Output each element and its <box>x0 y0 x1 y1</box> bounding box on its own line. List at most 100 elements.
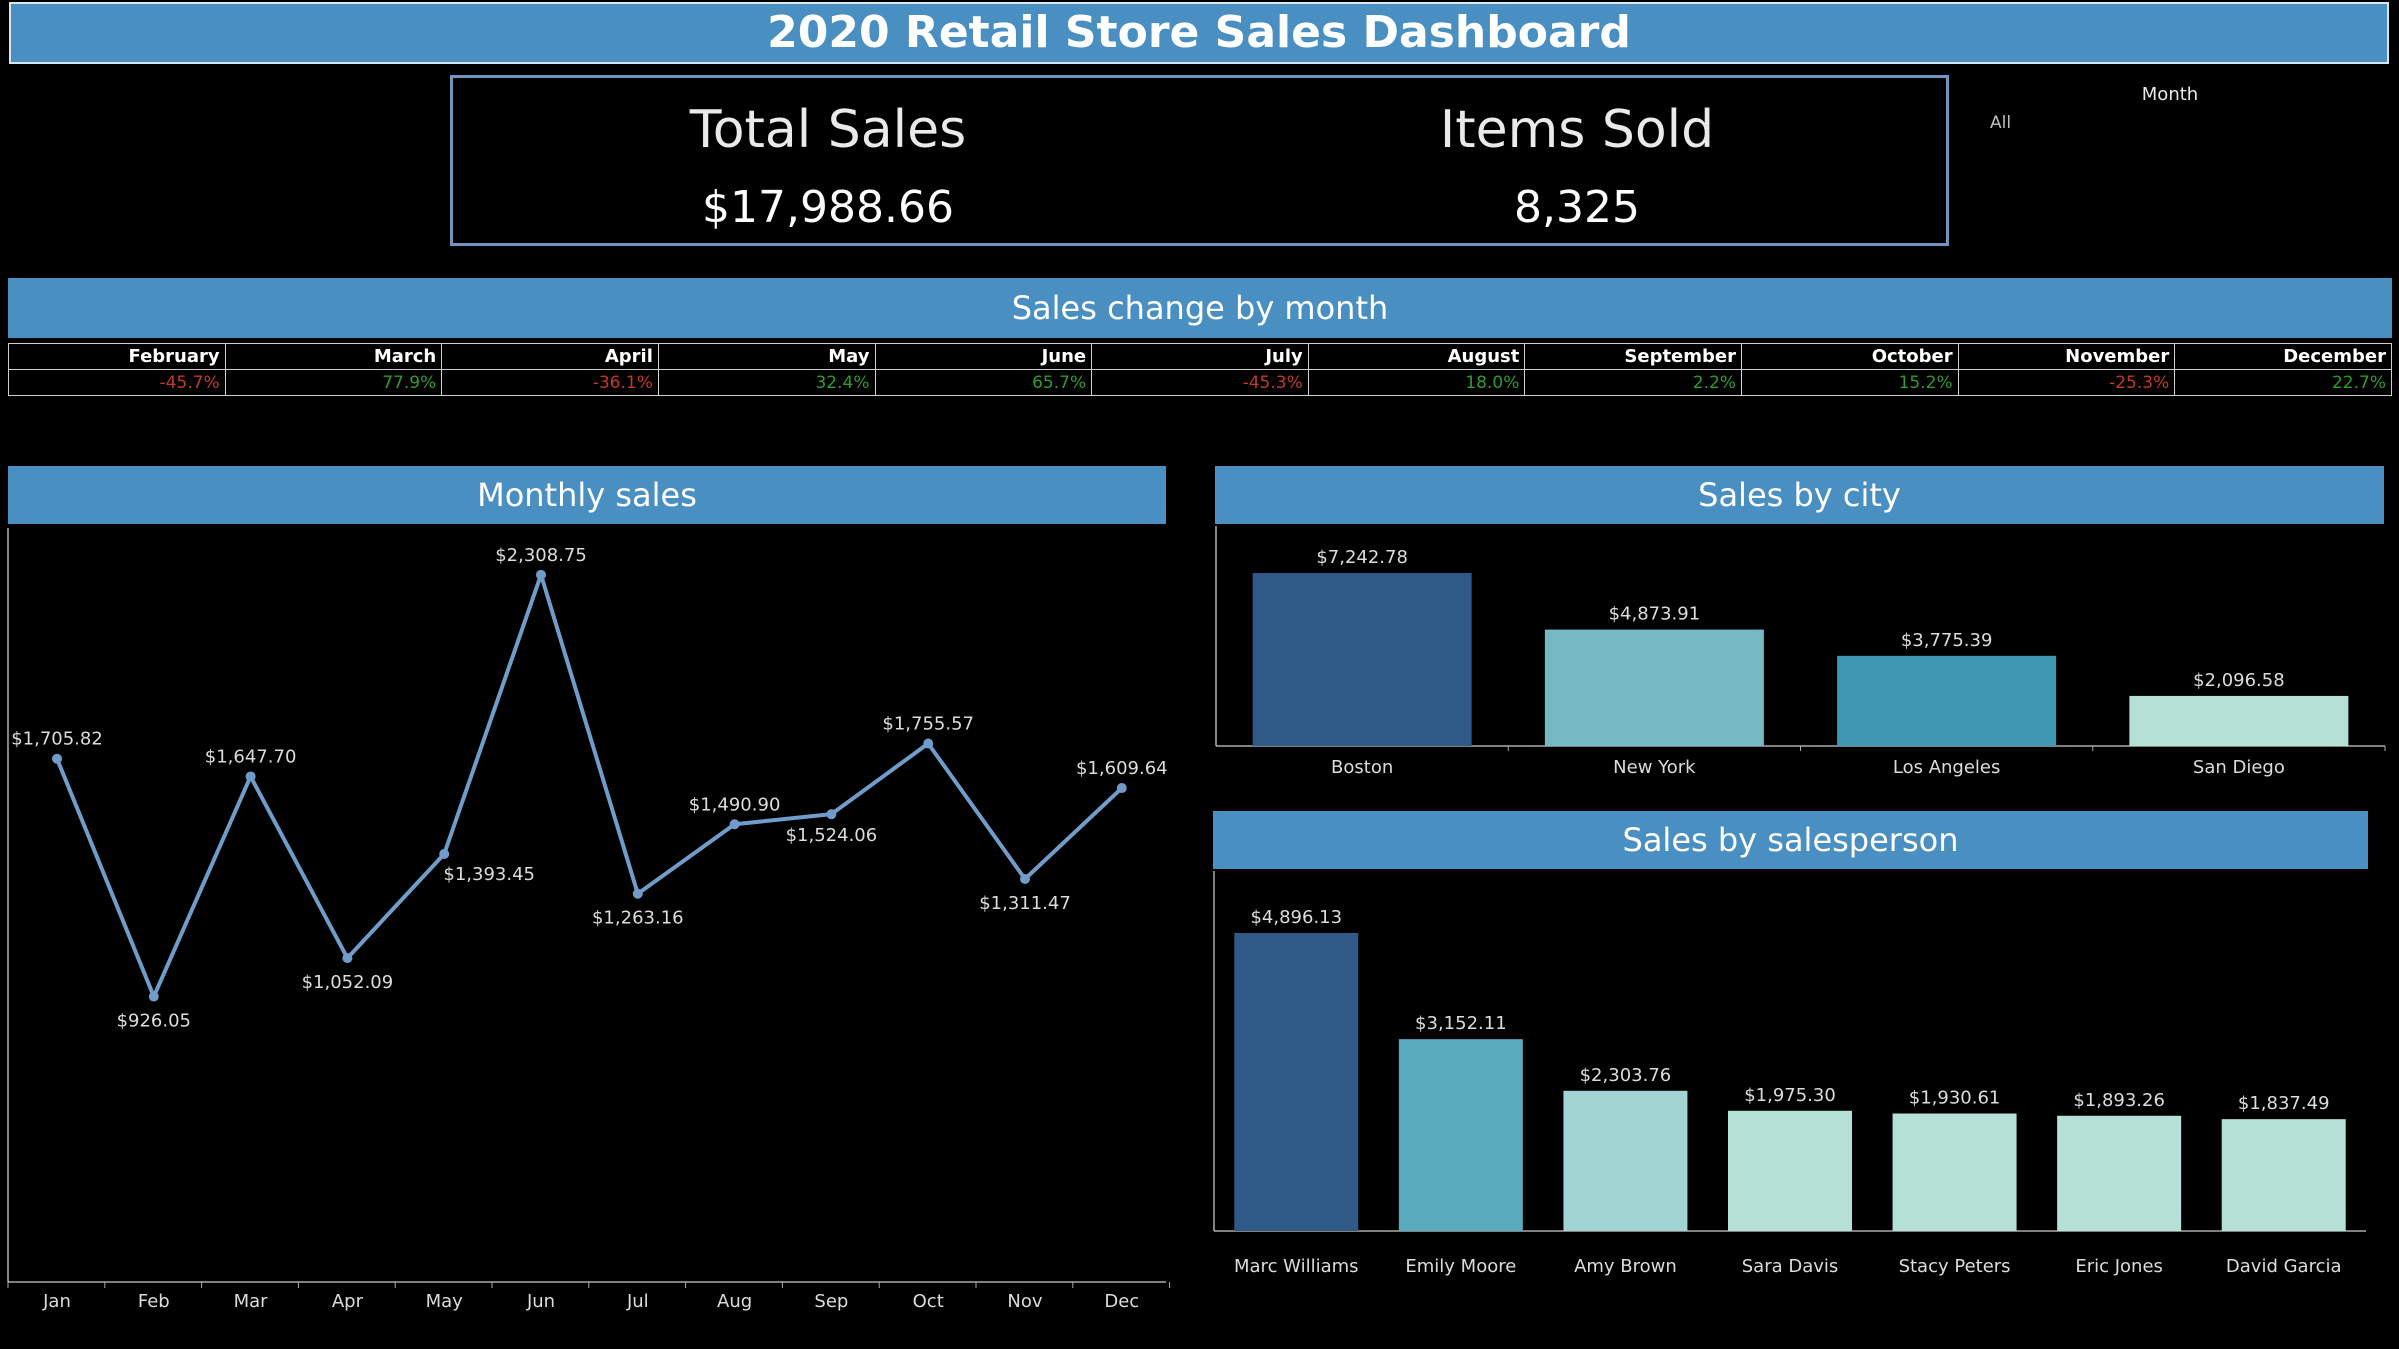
bar <box>1837 655 2057 746</box>
bar-category-label: Boston <box>1331 757 1393 778</box>
sales-change-month-cell: May <box>657 343 876 370</box>
bar <box>1544 629 1764 746</box>
sales-by-salesperson-chart: $4,896.13 Marc Williams $3,152.11 Emily Moo… <box>1213 871 2366 1277</box>
bar-data-label: $1,975.30 <box>1744 1085 1836 1106</box>
kpi-panel: Total Sales $17,988.66 Items Sold 8,325 <box>450 75 1949 246</box>
bar-data-label: $4,873.91 <box>1609 604 1701 625</box>
monthly-sales-data-label: $1,647.70 <box>205 746 297 767</box>
monthly-sales-x-tick-label: Jan <box>42 1291 71 1312</box>
bar-data-label: $2,096.58 <box>2193 670 2285 691</box>
monthly-sales-point <box>52 753 62 764</box>
sales-change-value-cell: -45.7% <box>8 369 226 396</box>
sales-change-header: Sales change by month <box>8 278 2392 338</box>
bar-category-label: Amy Brown <box>1574 1256 1677 1277</box>
sales-change-month-cell: June <box>874 343 1093 370</box>
monthly-sales-x-tick-label: Jun <box>526 1291 555 1312</box>
sales-change-month-cell: December <box>2174 343 2392 370</box>
bar-data-label: $2,303.76 <box>1580 1065 1672 1086</box>
sales-change-value-cell: 18.0% <box>1307 369 1526 396</box>
bar <box>1252 573 1472 746</box>
monthly-sales-data-label: $926.05 <box>117 1011 191 1032</box>
monthly-sales-point <box>245 771 256 782</box>
bar-category-label: Emily Moore <box>1405 1256 1516 1277</box>
bar-category-label: Stacy Peters <box>1899 1256 2011 1277</box>
monthly-sales-data-label: $1,490.90 <box>689 794 781 815</box>
monthly-sales-x-tick-label: Aug <box>717 1291 752 1312</box>
sales-change-month-cell: February <box>8 343 226 370</box>
bar-category-label: Sara Davis <box>1742 1256 1839 1277</box>
monthly-sales-point <box>439 848 450 859</box>
bar-data-label: $1,893.26 <box>2073 1090 2165 1111</box>
sales-change-value-cell: 65.7% <box>874 369 1093 396</box>
sales-change-value-cell: -45.3% <box>1091 369 1309 396</box>
monthly-sales-point <box>729 819 740 830</box>
monthly-sales-point <box>148 991 159 1002</box>
monthly-sales-data-label: $1,524.06 <box>786 825 878 846</box>
bar-data-label: $1,930.61 <box>1909 1087 2001 1108</box>
monthly-sales-point <box>923 738 934 749</box>
sales-change-value-cell: -25.3% <box>1957 369 2176 396</box>
monthly-sales-data-label: $1,609.64 <box>1076 758 1168 779</box>
monthly-sales-point <box>342 953 353 964</box>
bar-category-label: David Garcia <box>2226 1256 2342 1277</box>
bar-data-label: $1,837.49 <box>2238 1093 2330 1114</box>
monthly-sales-point <box>1116 783 1127 794</box>
sales-by-salesperson-header: Sales by salesperson <box>1213 811 2368 869</box>
sales-change-month-cell: September <box>1524 343 1742 370</box>
sales-change-value-cell: -36.1% <box>441 369 659 396</box>
monthly-sales-x-tick-label: Sep <box>814 1291 848 1312</box>
monthly-sales-point <box>1020 874 1030 885</box>
monthly-sales-x-tick-label: Feb <box>138 1291 170 1312</box>
monthly-sales-x-tick-label: Jul <box>626 1291 649 1312</box>
bar-data-label: $4,896.13 <box>1250 907 1342 928</box>
monthly-sales-point <box>632 888 643 899</box>
monthly-sales-x-tick-label: Dec <box>1104 1291 1139 1312</box>
monthly-sales-data-label: $1,311.47 <box>979 893 1071 914</box>
sales-change-month-cell: July <box>1091 343 1309 370</box>
month-filter-label: Month <box>2141 84 2199 105</box>
bar <box>1563 1090 1688 1231</box>
sales-change-month-row: February March April May June July August Septe… <box>8 343 2392 370</box>
bar-category-label: Marc Williams <box>1234 1256 1359 1277</box>
monthly-sales-data-label: $1,052.09 <box>302 972 394 993</box>
monthly-sales-point <box>536 569 546 580</box>
sales-change-value-row: -45.7% 77.9% -36.1% 32.4% 65.7% -45.3% 18.0% 2.… <box>8 369 2392 396</box>
dashboard-title: 2020 Retail Store Sales Dashboard <box>9 2 2389 64</box>
monthly-sales-x-tick-label: Mar <box>234 1291 269 1312</box>
monthly-sales-x-tick-label: Oct <box>913 1291 944 1312</box>
items-sold-label: Items Sold <box>1439 100 1715 160</box>
sales-change-value-cell: 2.2% <box>1524 369 1742 396</box>
monthly-sales-line <box>55 572 1124 999</box>
bar <box>2129 695 2349 746</box>
sales-change-month-cell: April <box>441 343 659 370</box>
bar <box>2221 1119 2346 1231</box>
bar <box>1892 1113 2017 1231</box>
sales-change-month-cell: November <box>1957 343 2176 370</box>
monthly-sales-data-label: $1,705.82 <box>11 729 103 750</box>
bar-category-label: Eric Jones <box>2075 1256 2163 1277</box>
monthly-sales-point <box>826 809 837 820</box>
total-sales-label: Total Sales <box>689 100 967 160</box>
bar <box>1398 1039 1523 1231</box>
sales-by-city-chart: $7,242.78 Boston $4,873.91 New York $3,775.3… <box>1215 526 2386 778</box>
monthly-sales-data-label: $2,308.75 <box>495 545 587 566</box>
bar-category-label: San Diego <box>2193 757 2285 778</box>
bar-category-label: Los Angeles <box>1893 757 2001 778</box>
monthly-sales-x-tick-label: Nov <box>1007 1291 1042 1312</box>
monthly-sales-x-tick-label: May <box>426 1291 464 1312</box>
sales-change-value-cell: 32.4% <box>657 369 876 396</box>
monthly-sales-chart: $1,705.82 Jan $926.05 Feb $1,647.70 Mar $1,052… <box>7 528 1171 1312</box>
bar <box>1234 933 1359 1231</box>
items-sold-value: 8,325 <box>1514 182 1640 233</box>
sales-change-month-cell: March <box>224 343 443 370</box>
monthly-sales-data-label: $1,755.57 <box>882 714 974 735</box>
monthly-sales-data-label: $1,263.16 <box>592 908 684 929</box>
month-filter-value[interactable]: All <box>1990 113 2011 133</box>
sales-change-month-cell: October <box>1741 343 1959 370</box>
sales-change-value-cell: 77.9% <box>224 369 443 396</box>
sales-change-value-cell: 15.2% <box>1741 369 1959 396</box>
sales-change-table: February March April May June July August Septe… <box>8 343 2392 396</box>
bar-data-label: $7,242.78 <box>1316 547 1408 568</box>
bar <box>2057 1115 2182 1231</box>
sales-by-city-header: Sales by city <box>1215 466 2384 524</box>
